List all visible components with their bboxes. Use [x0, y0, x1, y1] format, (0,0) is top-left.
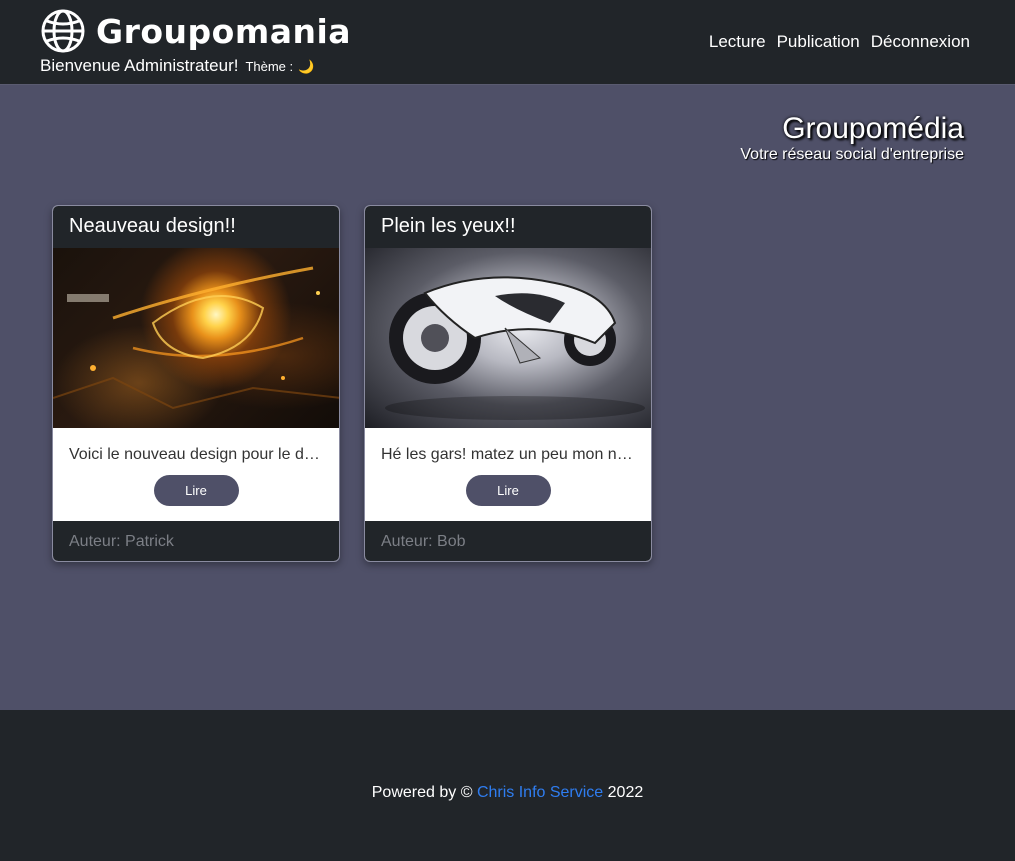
post-title: Neauveau design!!: [53, 206, 339, 248]
post-author: Auteur: Bob: [365, 521, 651, 561]
post-card: Plein les yeux!! Hé les gars! matez un p…: [364, 205, 652, 562]
read-button[interactable]: Lire: [465, 475, 551, 506]
gpu-image: [53, 248, 339, 428]
read-button[interactable]: Lire: [153, 475, 239, 506]
post-excerpt: Voici le nouveau design pour le dernier …: [69, 446, 323, 463]
post-excerpt: Hé les gars! matez un peu mon nouveau bo…: [381, 446, 635, 463]
brand-name: Groupomania: [96, 11, 352, 51]
post-author: Auteur: Patrick: [53, 521, 339, 561]
gpu-art: [53, 266, 339, 410]
nav-links: Lecture Publication Déconnexion: [709, 32, 970, 52]
post-body: Voici le nouveau design pour le dernier …: [53, 428, 339, 521]
navbar: Groupomania Bienvenue Administrateur! Th…: [0, 0, 1015, 85]
motorcycle-image: [365, 248, 651, 428]
post-title: Plein les yeux!!: [365, 206, 651, 248]
post-card: Neauveau design!! Voici le nouveau desig…: [52, 205, 340, 562]
nav-publication[interactable]: Publication: [777, 32, 860, 52]
moon-icon[interactable]: 🌙: [298, 59, 314, 75]
welcome-text: Bienvenue Administrateur!: [40, 56, 239, 75]
hero-subtitle: Votre réseau social d'entreprise: [740, 146, 964, 163]
theme-label: Thème :: [245, 59, 294, 74]
company-link[interactable]: Chris Info Service: [477, 784, 603, 801]
nav-lecture[interactable]: Lecture: [709, 32, 766, 52]
nav-deconnexion[interactable]: Déconnexion: [871, 32, 970, 52]
copyright-year: 2022: [607, 784, 644, 801]
hero: Groupomédia Votre réseau social d'entrep…: [740, 112, 964, 164]
site-footer: Powered by © Chris Info Service 2022: [0, 710, 1015, 861]
motorcycle-art: [385, 276, 645, 420]
globe-icon: [41, 9, 85, 53]
welcome-message: Bienvenue Administrateur! Thème : 🌙: [40, 56, 314, 76]
post-body: Hé les gars! matez un peu mon nouveau bo…: [365, 428, 651, 521]
hero-title: Groupomédia: [782, 112, 964, 145]
powered-prefix: Powered by ©: [371, 784, 473, 801]
powered-by: Powered by © Chris Info Service 2022: [0, 784, 1015, 802]
brand[interactable]: Groupomania: [40, 8, 351, 54]
